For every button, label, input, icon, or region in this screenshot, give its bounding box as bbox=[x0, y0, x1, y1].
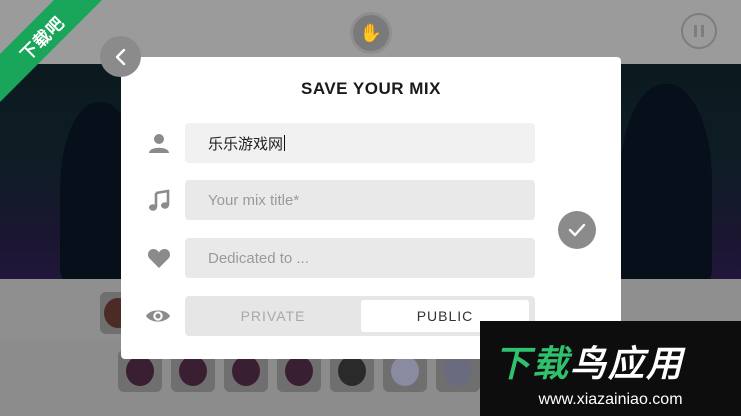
watermark-banner: 下载鸟应用 www.xiazainiao.com bbox=[480, 321, 741, 416]
chevron-left-icon bbox=[115, 48, 125, 65]
game-logo-icon: ✋ bbox=[350, 12, 392, 54]
dialog-title: SAVE YOUR MIX bbox=[300, 79, 441, 98]
text-caret bbox=[284, 135, 286, 151]
mix-title-placeholder: Your mix title* bbox=[208, 191, 300, 209]
pause-icon bbox=[694, 25, 697, 37]
watermark-url: www.xiazainiao.com bbox=[538, 391, 683, 408]
user-icon bbox=[146, 130, 172, 156]
music-note-icon bbox=[146, 188, 172, 214]
author-name-field[interactable]: 乐乐游戏网 bbox=[185, 123, 535, 163]
author-name-value: 乐乐游戏网 bbox=[208, 135, 284, 153]
character-silhouette bbox=[620, 84, 712, 279]
dedication-placeholder: Dedicated to ... bbox=[208, 249, 309, 267]
watermark-brand-main: 下载 bbox=[494, 344, 571, 385]
visibility-option-private[interactable]: PRIVATE bbox=[189, 300, 357, 332]
mix-title-field[interactable]: Your mix title* bbox=[185, 180, 535, 220]
eye-icon bbox=[145, 303, 171, 329]
watermark-brand-accent: 鸟应用 bbox=[570, 344, 685, 385]
checkmark-icon bbox=[568, 223, 586, 237]
watermark-brand: 下载鸟应用 bbox=[494, 335, 684, 387]
confirm-save-button[interactable] bbox=[558, 211, 596, 249]
heart-icon bbox=[146, 245, 172, 271]
dedication-field[interactable]: Dedicated to ... bbox=[185, 238, 535, 278]
pause-button[interactable] bbox=[681, 13, 717, 49]
back-button[interactable] bbox=[100, 36, 141, 77]
